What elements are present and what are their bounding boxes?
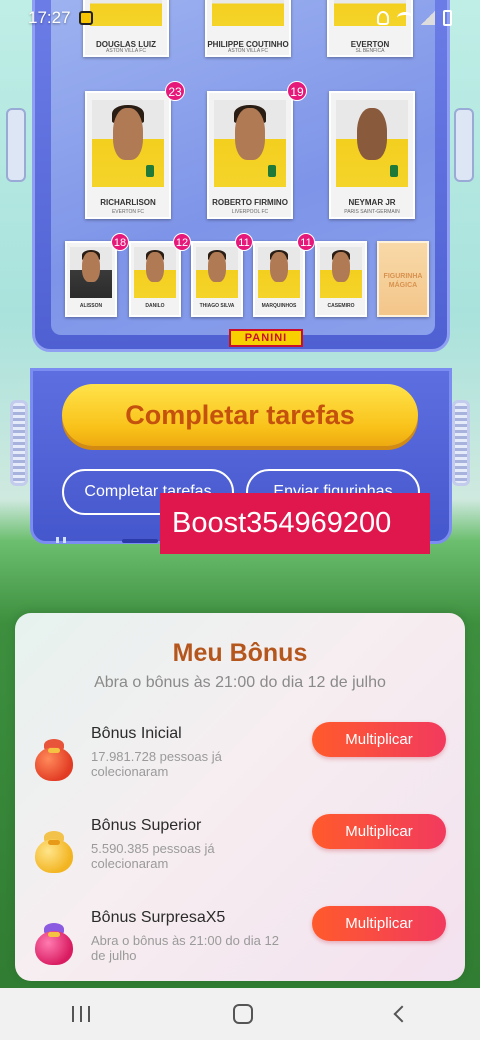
mute-icon: [377, 11, 389, 25]
recent-apps-icon[interactable]: [71, 1006, 90, 1022]
sticker-club: SL BENFICA: [355, 47, 385, 54]
left-spring: [10, 400, 28, 486]
sticker-name: NEYMAR JR: [348, 198, 396, 208]
sticker-card[interactable]: DANILO: [129, 241, 181, 317]
sticker-name: MARQUINHOS: [261, 303, 297, 310]
bonus-item-desc: 5.590.385 pessoas já colecionaram: [91, 841, 215, 871]
bonus-item-desc: Abra o bônus às 21:00 do dia 12 de julho: [91, 933, 279, 963]
sticker-name: ALISSON: [79, 303, 103, 310]
boost-overlay-label: Boost354969200: [160, 493, 430, 554]
wifi-icon: [397, 12, 413, 24]
sticker-name: CASEMIRO: [327, 303, 355, 310]
sticker-count-badge: 12: [173, 233, 191, 251]
left-knob: [6, 108, 26, 182]
album-page: DOUGLAS LUIZ ASTON VILLA FC PHILIPPE COU…: [51, 0, 435, 347]
bonus-item-name: Bônus Inicial: [91, 725, 182, 742]
status-bar: 17:27: [0, 0, 480, 36]
magic-sticker-card[interactable]: FIGURINHA MÁGICA: [377, 241, 429, 317]
signal-icon: [421, 11, 435, 25]
multiply-button[interactable]: Multiplicar: [312, 722, 446, 757]
bonus-item-name: Bônus Superior: [91, 817, 202, 834]
status-icons: [377, 10, 452, 26]
sticker-name: THIAGO SILVA: [199, 303, 235, 310]
sticker-card[interactable]: NEYMAR JR PARIS SAINT-GERMAIN: [329, 91, 415, 219]
complete-tasks-button[interactable]: Completar tarefas: [62, 384, 418, 446]
money-bag-gold-icon: [35, 827, 73, 875]
sticker-card[interactable]: MARQUINHOS: [253, 241, 305, 317]
sticker-club: ASTON VILLA FC: [228, 47, 268, 54]
money-bag-red-icon: [35, 735, 73, 783]
battery-icon: [443, 10, 452, 26]
bonus-card: Meu Bônus Abra o bônus às 21:00 do dia 1…: [15, 613, 465, 981]
multiply-button[interactable]: Multiplicar: [312, 814, 446, 849]
sticker-card[interactable]: RICHARLISON EVERTON FC: [85, 91, 171, 219]
panini-logo: PANINI: [229, 329, 303, 347]
sticker-name: ROBERTO FIRMINO: [212, 198, 288, 208]
sticker-club: ASTON VILLA FC: [106, 47, 146, 54]
right-spring: [452, 400, 470, 486]
bonus-item-surprise: Bônus SurpresaX5 Abra o bônus às 21:00 d…: [15, 906, 465, 979]
sticker-club: PARIS SAINT-GERMAIN: [344, 208, 400, 215]
system-nav-bar: [0, 988, 480, 1040]
sticker-count-badge: 11: [235, 233, 253, 251]
bonus-item-name: Bônus SurpresaX5: [91, 909, 226, 926]
sticker-count-badge: 11: [297, 233, 315, 251]
money-bag-pink-icon: [35, 919, 73, 967]
multiply-button[interactable]: Multiplicar: [312, 906, 446, 941]
page-indicator: [122, 539, 158, 543]
sticker-count-badge: 19: [287, 81, 307, 101]
right-knob: [454, 108, 474, 182]
bonus-subtitle: Abra o bônus às 21:00 do dia 12 de julho: [94, 674, 386, 691]
app-notification-icon: [78, 11, 93, 25]
bonus-item-desc: 17.981.728 pessoas já colecionaram: [91, 749, 222, 779]
pause-indicator-icon: [56, 537, 66, 543]
back-icon[interactable]: [393, 1005, 411, 1023]
home-icon[interactable]: [232, 1004, 253, 1024]
sticker-count-badge: 23: [165, 81, 185, 101]
bonus-item-superior: Bônus Superior 5.590.385 pessoas já cole…: [15, 814, 465, 887]
bonus-item-initial: Bônus Inicial 17.981.728 pessoas já cole…: [15, 722, 465, 795]
sticker-name: RICHARLISON: [100, 198, 156, 208]
sticker-card[interactable]: ROBERTO FIRMINO LIVERPOOL FC: [207, 91, 293, 219]
sticker-card[interactable]: CASEMIRO: [315, 241, 367, 317]
sticker-name: DANILO: [145, 303, 165, 310]
status-time: 17:27: [28, 8, 71, 27]
sticker-club: EVERTON FC: [111, 208, 145, 215]
album-frame: DOUGLAS LUIZ ASTON VILLA FC PHILIPPE COU…: [32, 0, 450, 352]
sticker-club: LIVERPOOL FC: [231, 208, 269, 215]
sticker-card[interactable]: ALISSON: [65, 241, 117, 317]
bonus-title: Meu Bônus: [172, 639, 308, 667]
magic-sticker-line2: MÁGICA: [388, 281, 418, 289]
sticker-card[interactable]: THIAGO SILVA: [191, 241, 243, 317]
magic-sticker-line1: FIGURINHA: [383, 273, 423, 281]
sticker-count-badge: 18: [111, 233, 129, 251]
